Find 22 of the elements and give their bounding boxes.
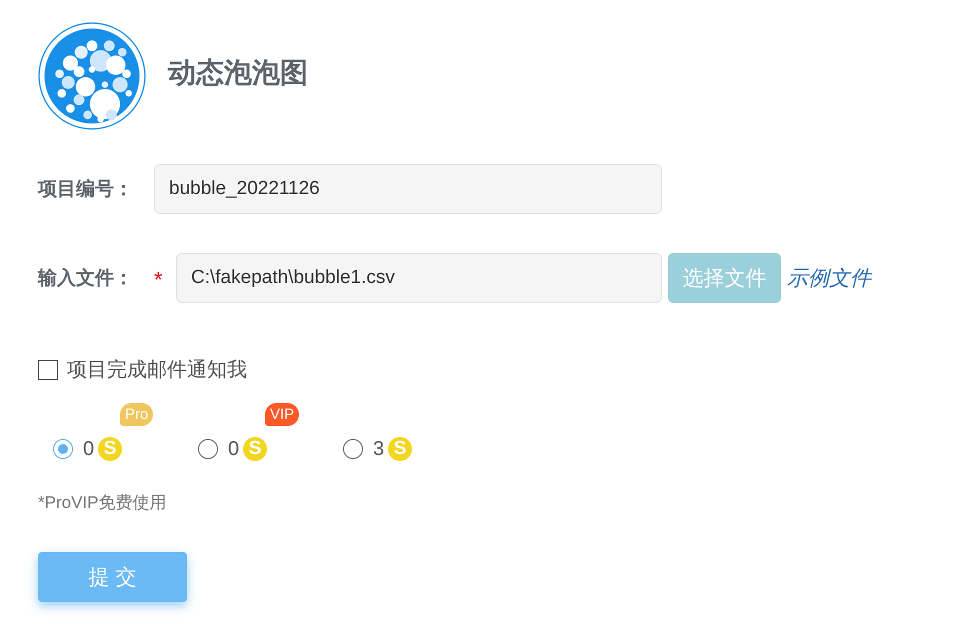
sample-file-link[interactable]: 示例文件 xyxy=(787,264,871,292)
price-text: 3 xyxy=(373,438,384,460)
coin-badge: S xyxy=(243,437,268,461)
plan-badge: Pro xyxy=(120,403,154,426)
bubble-logo-icon xyxy=(38,22,146,130)
page-title: 动态泡泡图 xyxy=(168,56,308,90)
required-mark: * xyxy=(154,267,164,293)
price-text: 0 xyxy=(228,438,240,460)
field-label: 项目编号： xyxy=(38,178,134,202)
field-label: 输入文件： xyxy=(38,266,134,291)
coin-badge: S xyxy=(98,437,122,461)
radio-button[interactable] xyxy=(53,439,73,459)
coin-badge: S xyxy=(388,437,412,461)
checkbox-label: 项目完成邮件通知我 xyxy=(67,358,247,383)
plan-badge: VIP xyxy=(265,403,300,426)
radio-button[interactable] xyxy=(198,439,218,459)
input-field[interactable]: bubble_20221126 xyxy=(154,164,662,214)
note-text: *ProVIP免费使用 xyxy=(38,492,166,514)
radio-button[interactable] xyxy=(343,439,363,459)
price-text: 0 xyxy=(83,438,94,460)
checkbox[interactable] xyxy=(38,360,58,380)
input-field[interactable]: C:\fakepath\bubble1.csv xyxy=(176,253,662,303)
